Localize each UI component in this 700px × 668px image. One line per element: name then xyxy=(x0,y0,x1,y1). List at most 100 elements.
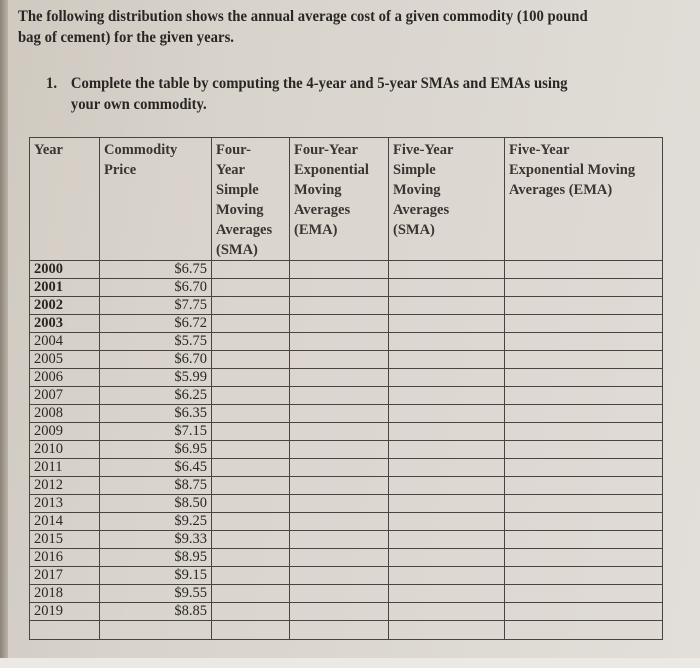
four-year-sma-cell[interactable] xyxy=(211,584,290,603)
five-year-ema-cell[interactable] xyxy=(504,602,663,621)
five-year-ema-cell[interactable] xyxy=(504,404,663,423)
four-year-sma-cell[interactable] xyxy=(211,494,290,513)
five-year-sma-cell[interactable] xyxy=(388,512,505,531)
four-year-ema-cell[interactable] xyxy=(289,332,389,351)
four-year-ema-cell[interactable] xyxy=(289,530,389,549)
five-year-sma-cell[interactable] xyxy=(388,584,505,603)
empty-cell[interactable] xyxy=(289,620,389,640)
header-year-label: Year xyxy=(34,142,63,158)
four-year-sma-cell[interactable] xyxy=(211,278,290,297)
five-year-sma-cell[interactable] xyxy=(388,368,505,387)
four-year-ema-cell[interactable] xyxy=(289,278,389,297)
empty-cell[interactable] xyxy=(99,620,212,640)
five-year-sma-cell[interactable] xyxy=(388,260,505,279)
five-year-sma-cell[interactable] xyxy=(388,296,505,315)
four-year-sma-cell[interactable] xyxy=(211,566,290,585)
empty-cell[interactable] xyxy=(211,620,290,640)
five-year-sma-cell[interactable] xyxy=(388,566,505,585)
five-year-ema-cell[interactable] xyxy=(504,566,663,585)
commodity-price-cell: $9.55 xyxy=(99,584,212,603)
four-year-sma-cell[interactable] xyxy=(211,368,290,387)
five-year-ema-cell[interactable] xyxy=(504,494,663,513)
four-year-sma-cell[interactable] xyxy=(211,350,290,369)
commodity-price-cell: $9.15 xyxy=(99,566,212,585)
empty-cell[interactable] xyxy=(29,620,100,640)
four-year-ema-cell[interactable] xyxy=(289,404,389,423)
five-year-sma-cell[interactable] xyxy=(388,350,505,369)
year-cell: 2000 xyxy=(29,260,100,279)
five-year-sma-cell[interactable] xyxy=(388,494,505,513)
five-year-ema-cell[interactable] xyxy=(504,386,663,405)
four-year-sma-cell[interactable] xyxy=(211,386,290,405)
five-year-sma-cell[interactable] xyxy=(388,530,505,549)
five-year-ema-cell[interactable] xyxy=(504,314,663,333)
four-year-ema-cell[interactable] xyxy=(289,422,389,441)
four-year-sma-cell[interactable] xyxy=(211,404,290,423)
five-year-sma-cell[interactable] xyxy=(388,440,505,459)
four-year-sma-cell[interactable] xyxy=(211,296,290,315)
five-year-ema-cell[interactable] xyxy=(504,368,663,387)
table-row: 2003 $6.72 xyxy=(29,314,663,333)
four-year-sma-cell[interactable] xyxy=(211,602,290,621)
commodity-price-cell: $9.33 xyxy=(99,530,212,549)
four-year-ema-cell[interactable] xyxy=(289,296,389,315)
four-year-ema-cell[interactable] xyxy=(289,314,389,333)
four-year-sma-cell[interactable] xyxy=(211,332,290,351)
four-year-ema-cell[interactable] xyxy=(289,548,389,567)
five-year-sma-cell[interactable] xyxy=(388,458,505,477)
five-year-sma-cell[interactable] xyxy=(388,548,505,567)
four-year-ema-cell[interactable] xyxy=(289,386,389,405)
commodity-price-cell: $6.70 xyxy=(99,350,212,369)
five-year-sma-cell[interactable] xyxy=(388,476,505,495)
five-year-ema-cell[interactable] xyxy=(504,512,663,531)
four-year-ema-cell[interactable] xyxy=(289,368,389,387)
four-year-ema-cell[interactable] xyxy=(289,440,389,459)
five-year-sma-cell[interactable] xyxy=(388,332,505,351)
five-year-ema-cell[interactable] xyxy=(504,584,663,603)
five-year-sma-cell[interactable] xyxy=(388,422,505,441)
four-year-ema-cell[interactable] xyxy=(289,260,389,279)
five-year-sma-cell[interactable] xyxy=(388,314,505,333)
four-year-ema-cell[interactable] xyxy=(289,494,389,513)
four-year-ema-cell[interactable] xyxy=(289,458,389,477)
four-year-sma-cell[interactable] xyxy=(211,440,290,459)
five-year-sma-cell[interactable] xyxy=(388,278,505,297)
five-year-ema-cell[interactable] xyxy=(504,296,663,315)
empty-cell[interactable] xyxy=(388,620,505,640)
empty-table-row xyxy=(29,620,663,640)
header-four-year-sma-line: (SMA) xyxy=(216,242,258,258)
header-five-year-sma-line: Moving xyxy=(393,182,441,198)
five-year-ema-cell[interactable] xyxy=(504,350,663,369)
table-row: 2001 $6.70 xyxy=(29,278,663,297)
four-year-sma-cell[interactable] xyxy=(211,260,290,279)
four-year-sma-cell[interactable] xyxy=(211,512,290,531)
four-year-ema-cell[interactable] xyxy=(289,566,389,585)
four-year-ema-cell[interactable] xyxy=(289,602,389,621)
four-year-ema-cell[interactable] xyxy=(289,476,389,495)
five-year-ema-cell[interactable] xyxy=(504,458,663,477)
five-year-sma-cell[interactable] xyxy=(388,602,505,621)
empty-cell[interactable] xyxy=(504,620,663,640)
five-year-ema-cell[interactable] xyxy=(504,548,663,567)
five-year-ema-cell[interactable] xyxy=(504,530,663,549)
header-four-year-sma: Four- Year Simple Moving Averages (SMA) xyxy=(211,137,290,261)
four-year-sma-cell[interactable] xyxy=(211,476,290,495)
four-year-sma-cell[interactable] xyxy=(211,548,290,567)
four-year-ema-cell[interactable] xyxy=(289,350,389,369)
five-year-sma-cell[interactable] xyxy=(388,386,505,405)
five-year-sma-cell[interactable] xyxy=(388,404,505,423)
five-year-ema-cell[interactable] xyxy=(504,440,663,459)
five-year-ema-cell[interactable] xyxy=(504,260,663,279)
four-year-ema-cell[interactable] xyxy=(289,584,389,603)
five-year-ema-cell[interactable] xyxy=(504,422,663,441)
four-year-sma-cell[interactable] xyxy=(211,422,290,441)
five-year-ema-cell[interactable] xyxy=(504,476,663,495)
four-year-sma-cell[interactable] xyxy=(211,458,290,477)
five-year-ema-cell[interactable] xyxy=(504,332,663,351)
four-year-ema-cell[interactable] xyxy=(289,512,389,531)
year-cell: 2014 xyxy=(29,512,100,531)
header-four-year-ema-line: Moving xyxy=(294,182,342,198)
four-year-sma-cell[interactable] xyxy=(211,314,290,333)
five-year-ema-cell[interactable] xyxy=(504,278,663,297)
four-year-sma-cell[interactable] xyxy=(211,530,290,549)
